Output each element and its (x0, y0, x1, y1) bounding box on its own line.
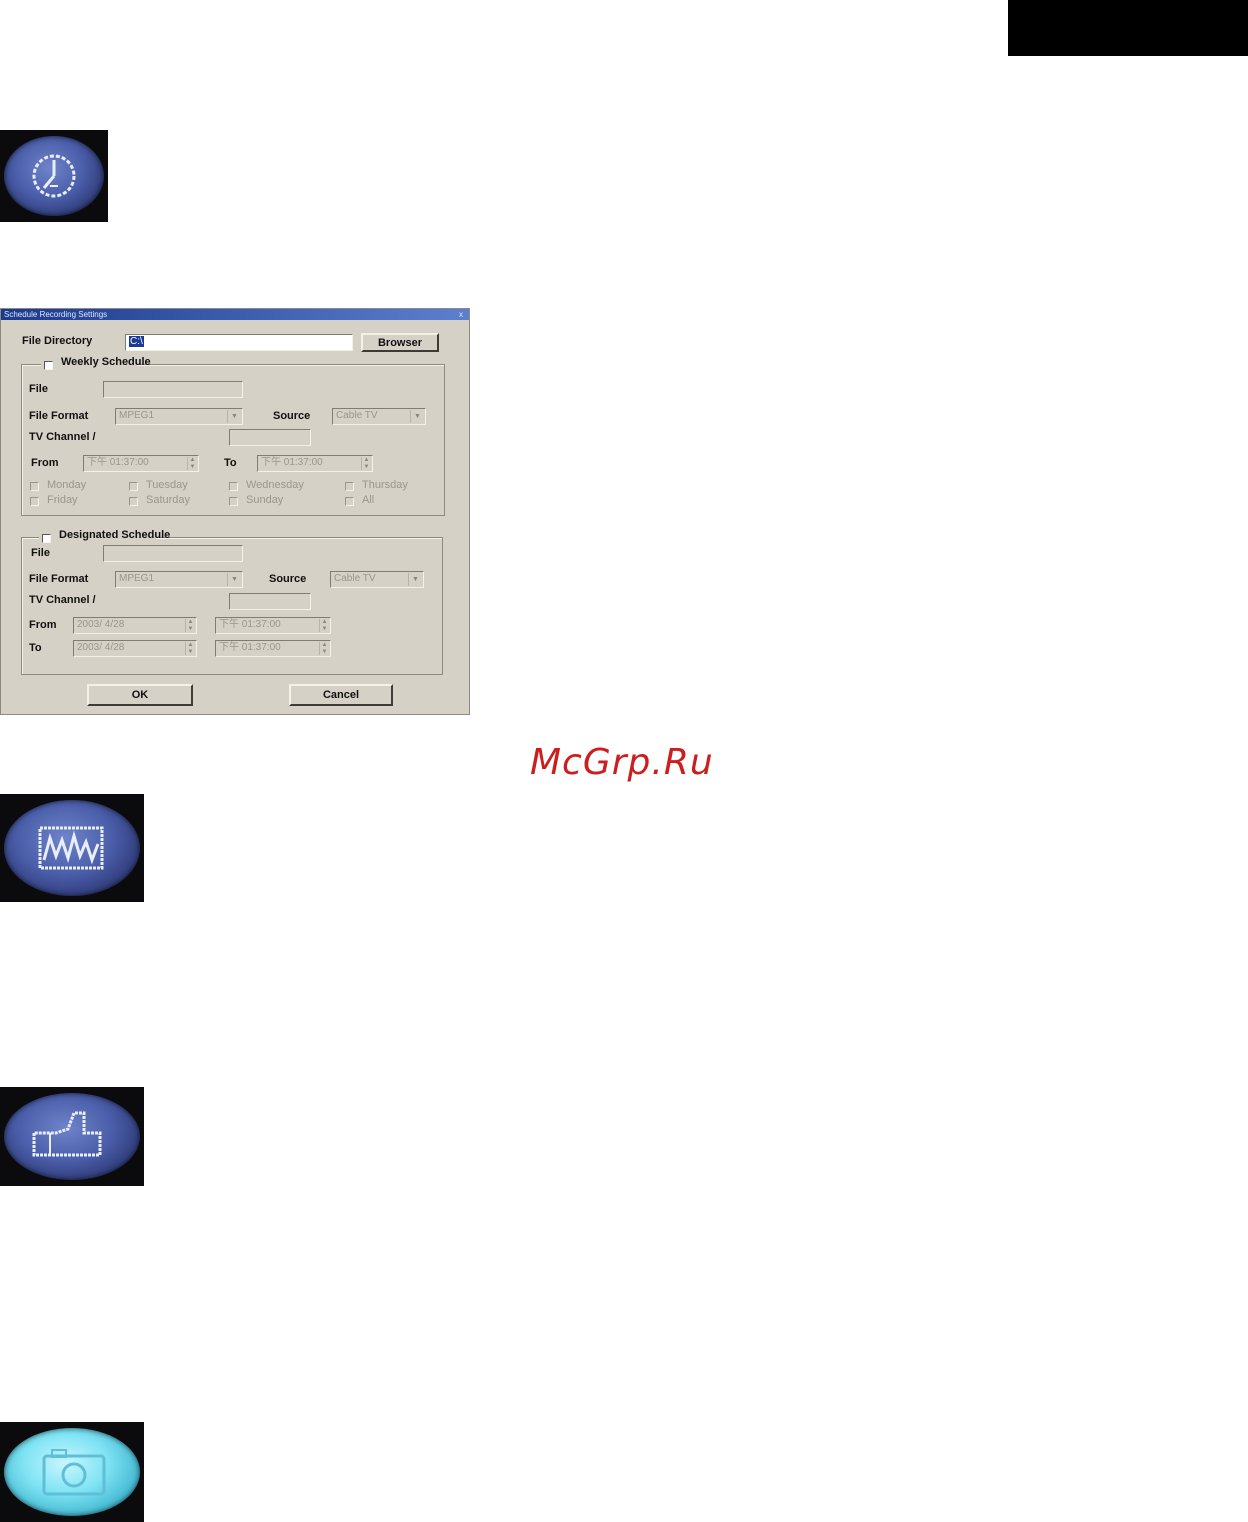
designated-schedule-title: Designated Schedule (59, 529, 171, 541)
day-checkbox-monday[interactable] (30, 482, 39, 491)
designated-source-label: Source (269, 573, 307, 585)
ok-button[interactable]: OK (87, 684, 193, 706)
weekly-tv-channel-label: TV Channel / (29, 431, 96, 443)
day-checkbox-thursday[interactable] (345, 482, 354, 491)
spin-arrows-icon[interactable]: ▲ ▼ (185, 619, 195, 632)
weekly-from-time[interactable]: 下午 01:37:00 ▲ ▼ (83, 455, 199, 472)
weekly-file-format-value: MPEG1 (119, 410, 155, 421)
weekly-to-value: 下午 01:37:00 (261, 457, 323, 468)
schedule-recording-dialog: Schedule Recording Settings x File Direc… (0, 308, 470, 715)
weekly-to-label: To (224, 457, 237, 469)
designated-source-value: Cable TV (334, 573, 376, 584)
spin-arrows-icon[interactable]: ▲ ▼ (319, 642, 329, 655)
designated-from-time[interactable]: 下午 01:37:00 ▲ ▼ (215, 617, 331, 634)
day-checkbox-all[interactable] (345, 497, 354, 506)
weekly-from-label: From (31, 457, 59, 469)
weekly-to-time[interactable]: 下午 01:37:00 ▲ ▼ (257, 455, 373, 472)
equalizer-button[interactable] (0, 794, 144, 902)
day-checkbox-saturday[interactable] (129, 497, 138, 506)
thumbs-up-icon (32, 1111, 102, 1157)
designated-file-input[interactable] (103, 545, 243, 562)
file-directory-input[interactable]: C:\ (125, 334, 353, 351)
weekly-file-format-select[interactable]: MPEG1 ▼ (115, 408, 243, 425)
camera-button[interactable] (0, 1422, 144, 1522)
designated-file-format-label: File Format (29, 573, 89, 585)
cancel-button[interactable]: Cancel (289, 684, 393, 706)
designated-schedule-checkbox[interactable] (42, 534, 51, 543)
weekly-tv-channel-input[interactable] (229, 429, 311, 446)
day-label-wednesday: Wednesday (246, 479, 304, 491)
chevron-down-icon: ▼ (410, 410, 424, 423)
day-label-thursday: Thursday (362, 479, 408, 491)
weekly-from-value: 下午 01:37:00 (87, 457, 149, 468)
designated-to-date[interactable]: 2003/ 4/28 ▲ ▼ (73, 640, 197, 657)
equalizer-icon (38, 826, 104, 870)
weekly-file-format-label: File Format (29, 410, 89, 422)
designated-to-date-value: 2003/ 4/28 (77, 642, 125, 653)
day-checkbox-tuesday[interactable] (129, 482, 138, 491)
page-corner-tab (1008, 0, 1248, 56)
thumbs-up-button[interactable] (0, 1087, 144, 1186)
designated-tv-channel-input[interactable] (229, 593, 311, 610)
schedule-clock-icon (32, 154, 76, 198)
day-label-friday: Friday (47, 494, 78, 506)
day-checkbox-wednesday[interactable] (229, 482, 238, 491)
designated-from-date[interactable]: 2003/ 4/28 ▲ ▼ (73, 617, 197, 634)
spin-arrows-icon[interactable]: ▲ ▼ (187, 457, 197, 470)
weekly-file-label: File (29, 383, 48, 395)
close-icon[interactable]: x (459, 309, 463, 320)
weekly-schedule-title: Weekly Schedule (61, 356, 151, 368)
designated-from-time-value: 下午 01:37:00 (219, 619, 281, 630)
file-directory-value: C:\ (129, 336, 144, 347)
designated-source-select[interactable]: Cable TV ▼ (330, 571, 424, 588)
designated-to-time[interactable]: 下午 01:37:00 ▲ ▼ (215, 640, 331, 657)
spin-arrows-icon[interactable]: ▲ ▼ (361, 457, 371, 470)
designated-from-date-value: 2003/ 4/28 (77, 619, 125, 630)
day-checkbox-sunday[interactable] (229, 497, 238, 506)
day-label-sunday: Sunday (246, 494, 284, 506)
designated-from-label: From (29, 619, 57, 631)
designated-file-format-select[interactable]: MPEG1 ▼ (115, 571, 243, 588)
weekly-source-select[interactable]: Cable TV ▼ (332, 408, 426, 425)
file-directory-label: File Directory (22, 335, 93, 347)
day-label-monday: Monday (47, 479, 87, 491)
chevron-down-icon: ▼ (408, 573, 422, 586)
day-checkbox-friday[interactable] (30, 497, 39, 506)
dialog-title: Schedule Recording Settings (4, 310, 108, 319)
spin-arrows-icon[interactable]: ▲ ▼ (319, 619, 329, 632)
chevron-down-icon: ▼ (227, 573, 241, 586)
weekly-file-input[interactable] (103, 381, 243, 398)
day-label-all: All (362, 494, 375, 506)
camera-icon (42, 1449, 106, 1496)
weekly-schedule-checkbox[interactable] (44, 361, 53, 370)
day-label-tuesday: Tuesday (146, 479, 188, 491)
spin-arrows-icon[interactable]: ▲ ▼ (185, 642, 195, 655)
day-label-saturday: Saturday (146, 494, 191, 506)
designated-to-label: To (29, 642, 42, 654)
schedule-clock-button[interactable] (0, 130, 108, 222)
designated-to-time-value: 下午 01:37:00 (219, 642, 281, 653)
dialog-titlebar: Schedule Recording Settings x (1, 309, 469, 320)
chevron-down-icon: ▼ (227, 410, 241, 423)
designated-file-label: File (31, 547, 50, 559)
weekly-source-value: Cable TV (336, 410, 378, 421)
weekly-source-label: Source (273, 410, 311, 422)
browser-button[interactable]: Browser (361, 333, 439, 352)
designated-tv-channel-label: TV Channel / (29, 594, 96, 606)
watermark-text: McGrp.Ru (530, 742, 714, 783)
designated-file-format-value: MPEG1 (119, 573, 155, 584)
